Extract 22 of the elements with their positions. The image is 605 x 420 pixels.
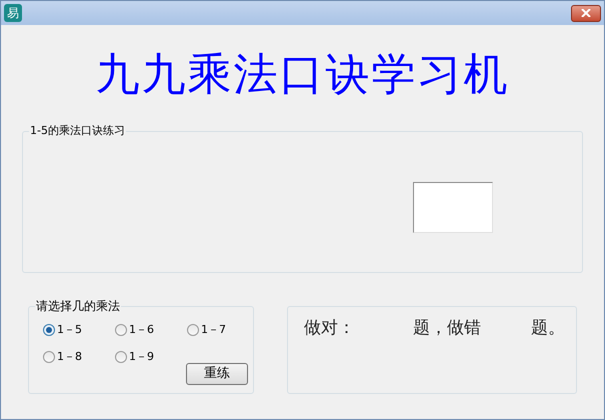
close-button[interactable] xyxy=(571,4,601,22)
range-radio[interactable]: 1－7 xyxy=(187,323,226,336)
score-text: 题，做错 xyxy=(413,317,482,339)
radio-label: 1－6 xyxy=(129,323,154,336)
group-label: 1-5的乘法口诀练习 xyxy=(29,124,126,138)
reset-button[interactable]: 重练 xyxy=(186,363,248,385)
radio-label: 1－7 xyxy=(201,323,226,336)
radio-label: 1－9 xyxy=(129,350,154,363)
range-radio[interactable]: 1－8 xyxy=(43,350,82,363)
radio-label: 1－8 xyxy=(57,350,82,363)
group-label: 请选择几的乘法 xyxy=(35,299,121,314)
app-heading: 九九乘法口诀学习机 xyxy=(96,48,510,102)
answer-field[interactable] xyxy=(413,182,493,233)
close-icon xyxy=(581,9,591,17)
range-radio[interactable]: 1－9 xyxy=(115,350,154,363)
radio-circle[interactable] xyxy=(43,324,55,336)
app-icon: 易 xyxy=(4,4,22,22)
score-text: 题。 xyxy=(531,317,566,339)
radio-label: 1－5 xyxy=(57,323,82,336)
range-radio[interactable]: 1－5 xyxy=(43,323,82,336)
range-radio[interactable]: 1－6 xyxy=(115,323,154,336)
score-text: 做对： xyxy=(304,317,356,339)
